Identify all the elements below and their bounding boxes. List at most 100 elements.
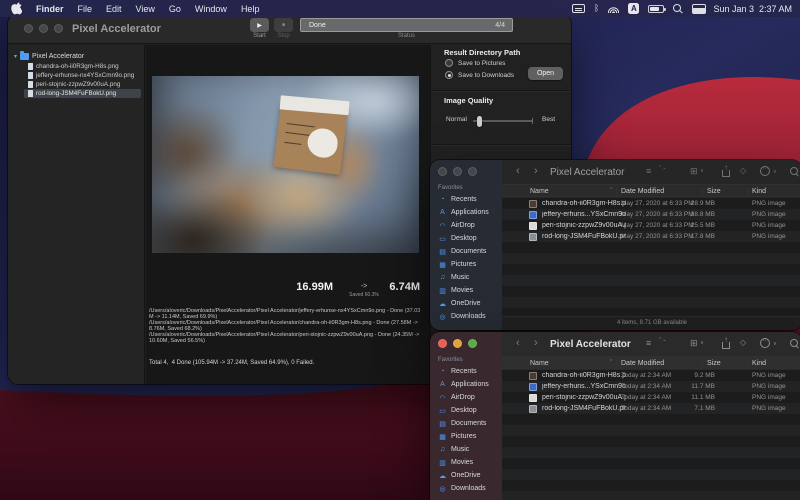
- apple-logo-icon[interactable]: [11, 2, 22, 15]
- sidebar-item[interactable]: ▦ Pictures: [430, 430, 502, 443]
- column-header-size[interactable]: Size: [707, 360, 721, 367]
- file-row[interactable]: peri-stojnic-zzpwZ9v00uA.png Today at 2:…: [502, 392, 800, 403]
- sidebar-item[interactable]: ◎ Downloads: [430, 482, 502, 495]
- file-row[interactable]: chandra-oh-ii0R3gm-H8s.png Today at 2:34…: [502, 370, 800, 381]
- sidebar-item[interactable]: ◔ Recents: [430, 193, 502, 206]
- sidebar-item[interactable]: ☁ OneDrive: [430, 297, 502, 310]
- search-icon[interactable]: [790, 167, 800, 177]
- sidebar-item[interactable]: ◎ Downloads: [430, 310, 502, 323]
- share-button[interactable]: [722, 170, 730, 177]
- sidebar-item[interactable]: ◠ AirDrop: [430, 219, 502, 232]
- file-row[interactable]: jeffery-erhuns...YSxCmn9o.png Today at 2…: [502, 381, 800, 392]
- more-actions-button[interactable]: [760, 338, 770, 348]
- menu-item-window[interactable]: Window: [195, 4, 227, 14]
- wifi-icon[interactable]: [608, 5, 619, 13]
- column-header-name[interactable]: Name: [530, 188, 549, 195]
- file-row[interactable]: jeffery-erhuns...YSxCmn9o.png May 27, 20…: [502, 209, 800, 220]
- more-actions-button[interactable]: [760, 166, 770, 176]
- sidebar-item[interactable]: ▭ Desktop: [430, 404, 502, 417]
- column-header-date[interactable]: Date Modified: [621, 360, 664, 367]
- app-title-bar[interactable]: Pixel Accelerator ▶ ■ Start Stop Done 4/…: [8, 14, 571, 44]
- share-button[interactable]: [722, 342, 730, 349]
- back-button[interactable]: ‹: [516, 337, 520, 349]
- control-center-icon[interactable]: [692, 4, 704, 14]
- spotlight-search-icon[interactable]: [673, 4, 683, 14]
- tag-button[interactable]: ◇: [740, 166, 746, 175]
- file-row[interactable]: rod-long-JSM4FuFBokU.png Today at 2:34 A…: [502, 403, 800, 414]
- finder-toolbar[interactable]: ‹ › Pixel Accelerator ≡⌃⌄ ⊞ ∨ ◇ ∨: [502, 160, 800, 184]
- close-button[interactable]: [438, 339, 447, 348]
- sidebar-item[interactable]: ♫ Music: [430, 443, 502, 456]
- back-button[interactable]: ‹: [516, 165, 520, 177]
- radio-save-to-downloads[interactable]: Save to Downloads: [445, 71, 514, 79]
- menu-item-go[interactable]: Go: [169, 4, 181, 14]
- sidebar-item[interactable]: ▥ Movies: [430, 284, 502, 297]
- radio-circle-icon[interactable]: [445, 59, 453, 67]
- sidebar-item[interactable]: A Applications: [430, 378, 502, 391]
- column-header-name[interactable]: Name: [530, 360, 549, 367]
- tree-file-row[interactable]: chandra-oh-ii0R3gm-H8s.png: [24, 62, 141, 71]
- sidebar-item[interactable]: ▦ Pictures: [430, 258, 502, 271]
- menu-bar-clock[interactable]: Sun Jan 3 2:37 AM: [713, 4, 792, 14]
- forward-button[interactable]: ›: [534, 165, 538, 177]
- sort-ascending-icon: ˆ: [610, 188, 612, 195]
- zoom-button[interactable]: [54, 24, 63, 33]
- slider-thumb[interactable]: [477, 116, 482, 127]
- file-row[interactable]: chandra-oh-ii0R3gm-H8s.png May 27, 2020 …: [502, 198, 800, 209]
- file-name: chandra-oh-ii0R3gm-H8s.png: [542, 200, 626, 207]
- menu-item-view[interactable]: View: [136, 4, 155, 14]
- group-view-button[interactable]: ⊞ ∨: [690, 338, 704, 349]
- battery-icon[interactable]: [648, 5, 664, 13]
- bluetooth-icon[interactable]: ᛒ: [594, 4, 599, 13]
- sidebar-item[interactable]: ▭ Desktop: [430, 232, 502, 245]
- column-header-kind[interactable]: Kind: [752, 360, 766, 367]
- file-row[interactable]: rod-long-JSM4FuFBokU.png May 27, 2020 at…: [502, 231, 800, 242]
- group-view-button[interactable]: ⊞ ∨: [690, 166, 704, 177]
- zoom-button[interactable]: [468, 167, 477, 176]
- file-kind: PNG image: [752, 211, 786, 218]
- tree-root-row[interactable]: ▾ Pixel Accelerator: [8, 51, 144, 61]
- tree-file-row[interactable]: peri-stojnic-zzpwZ9v00uA.png: [24, 80, 141, 89]
- tag-button[interactable]: ◇: [740, 338, 746, 347]
- minimize-button[interactable]: [453, 167, 462, 176]
- menu-item-edit[interactable]: Edit: [106, 4, 122, 14]
- sidebar-item[interactable]: ☁ OneDrive: [430, 469, 502, 482]
- close-button[interactable]: [438, 167, 447, 176]
- minimize-button[interactable]: [39, 24, 48, 33]
- column-header-date[interactable]: Date Modified: [621, 188, 664, 195]
- sidebar-item[interactable]: ▤ Documents: [430, 417, 502, 430]
- list-view-button[interactable]: ≡⌃⌄: [646, 166, 652, 176]
- disclosure-triangle-icon[interactable]: ▾: [14, 53, 17, 60]
- menu-item-finder[interactable]: Finder: [36, 4, 64, 14]
- minimize-button[interactable]: [453, 339, 462, 348]
- column-header-size[interactable]: Size: [707, 188, 721, 195]
- sidebar-item[interactable]: ▥ Movies: [430, 456, 502, 469]
- keyboard-brightness-icon[interactable]: [572, 4, 585, 13]
- log-line: /Users/aloveric/Downloads/PixelAccelerat…: [149, 320, 422, 332]
- forward-button[interactable]: ›: [534, 337, 538, 349]
- list-view-button[interactable]: ≡⌃⌄: [646, 338, 652, 348]
- search-icon[interactable]: [790, 339, 800, 349]
- column-header-kind[interactable]: Kind: [752, 188, 766, 195]
- sidebar-item[interactable]: ▤ Documents: [430, 245, 502, 258]
- sidebar-item[interactable]: ♫ Music: [430, 271, 502, 284]
- menu-item-help[interactable]: Help: [241, 4, 260, 14]
- menu-item-file[interactable]: File: [78, 4, 93, 14]
- tree-file-row[interactable]: jeffery-erhunse-nx4YSxCmn9o.png: [24, 71, 141, 80]
- sidebar-item[interactable]: ◔ Recents: [430, 365, 502, 378]
- stop-button[interactable]: ■: [274, 18, 293, 32]
- start-button[interactable]: ▶: [250, 18, 269, 32]
- input-source-icon[interactable]: A: [628, 3, 639, 14]
- radio-save-to-pictures[interactable]: Save to Pictures: [445, 59, 505, 67]
- close-button[interactable]: [24, 24, 33, 33]
- sidebar-item[interactable]: A Applications: [430, 206, 502, 219]
- file-row[interactable]: peri-stojnic-zzpwZ9v00uA.png May 27, 202…: [502, 220, 800, 231]
- sidebar-item[interactable]: ◠ AirDrop: [430, 391, 502, 404]
- open-button[interactable]: Open: [528, 67, 563, 80]
- finder-toolbar[interactable]: ‹ › Pixel Accelerator ≡⌃⌄ ⊞ ∨ ◇ ∨: [502, 332, 800, 356]
- radio-selected-icon[interactable]: [445, 71, 453, 79]
- zoom-button[interactable]: [468, 339, 477, 348]
- document-icon: [28, 63, 33, 70]
- slider-track[interactable]: [473, 120, 533, 122]
- tree-file-row[interactable]: rod-long-JSM4FuFBokU.png: [24, 89, 141, 98]
